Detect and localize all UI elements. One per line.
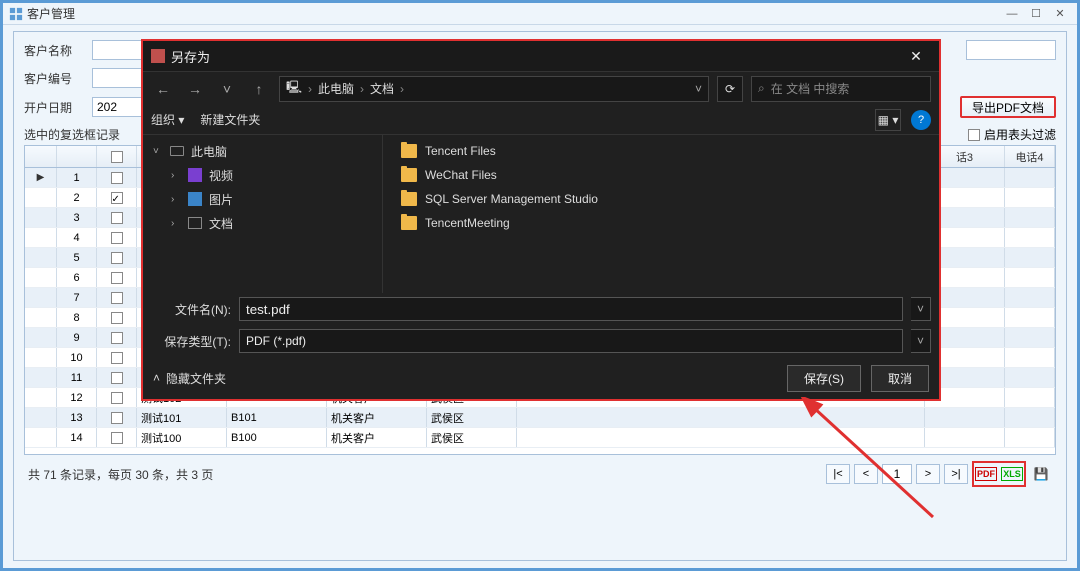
breadcrumb-dropdown[interactable]: ˅ (695, 82, 702, 96)
breadcrumb-root-icon: 🖳 (286, 78, 302, 99)
refresh-button[interactable]: ⟳ (717, 76, 743, 102)
maximize-button[interactable]: ☐ (1025, 6, 1047, 22)
tree-item[interactable]: ˅此电脑 (143, 139, 382, 163)
label-customer-code: 客户编号 (24, 70, 84, 87)
pager-next-button[interactable]: > (916, 464, 940, 484)
breadcrumb-item-1[interactable]: 文档 (370, 80, 394, 97)
list-item[interactable]: Tencent Files (383, 139, 939, 163)
folder-icon (401, 192, 417, 206)
hide-folders-toggle[interactable]: ˄ 隐藏文件夹 (153, 370, 226, 387)
save-dialog-highlight: 另存为 ✕ ← → ˅ ↑ 🖳 › 此电脑 › 文档 › ˅ ⟳ (141, 39, 941, 401)
chevron-up-icon: ˄ (153, 371, 160, 385)
dialog-toolbar: 组织 ▾ 新建文件夹 ▦ ▾ ? (143, 105, 939, 135)
folder-list[interactable]: Tencent FilesWeChat FilesSQL Server Mana… (383, 135, 939, 293)
video-icon (188, 168, 202, 182)
breadcrumb[interactable]: 🖳 › 此电脑 › 文档 › ˅ (279, 76, 709, 102)
nav-back-button[interactable]: ← (151, 77, 175, 101)
pager-page-input[interactable] (882, 464, 912, 484)
dialog-titlebar: 另存为 ✕ (143, 41, 939, 71)
list-item[interactable]: WeChat Files (383, 163, 939, 187)
label-customer-name: 客户名称 (24, 42, 84, 59)
search-input[interactable]: ⌕ 在 文档 中搜索 (751, 76, 931, 102)
filename-input[interactable] (239, 297, 903, 321)
help-button[interactable]: ? (911, 110, 931, 130)
filename-dropdown[interactable]: ˅ (911, 297, 931, 321)
input-extra[interactable] (966, 40, 1056, 60)
dialog-nav: ← → ˅ ↑ 🖳 › 此电脑 › 文档 › ˅ ⟳ ⌕ 在 文档 中搜索 (143, 71, 939, 105)
pager: 共 71 条记录，每页 30 条，共 3 页 |< < > >| PDF XLS… (24, 455, 1056, 487)
export-xls-icon[interactable]: XLS (1001, 464, 1023, 484)
nav-forward-button[interactable]: → (183, 77, 207, 101)
close-button[interactable]: ✕ (1049, 6, 1071, 22)
search-icon: ⌕ (758, 81, 765, 96)
pager-first-button[interactable]: |< (826, 464, 850, 484)
folder-tree[interactable]: ˅此电脑›视频›图片›文档 (143, 135, 383, 293)
view-mode-button[interactable]: ▦ ▾ (875, 109, 901, 131)
app-icon (9, 7, 23, 21)
document-icon (188, 217, 202, 229)
search-placeholder: 在 文档 中搜索 (771, 80, 850, 97)
tree-item[interactable]: ›图片 (143, 187, 382, 211)
filename-label: 文件名(N): (151, 301, 231, 318)
pager-summary: 共 71 条记录，每页 30 条，共 3 页 (28, 466, 213, 483)
folder-icon (401, 216, 417, 230)
window-title: 客户管理 (27, 5, 999, 22)
breadcrumb-item-0[interactable]: 此电脑 (318, 80, 354, 97)
label-open-date: 开户日期 (24, 99, 84, 116)
folder-icon (401, 168, 417, 182)
picture-icon (188, 192, 202, 206)
list-item[interactable]: SQL Server Management Studio (383, 187, 939, 211)
main-window: 客户管理 ― ☐ ✕ 客户名称 客户编号 开户日期 导出PDF文档 (0, 0, 1080, 571)
organize-button[interactable]: 组织 ▾ (151, 111, 184, 128)
list-item[interactable]: TencentMeeting (383, 211, 939, 235)
folder-icon (401, 144, 417, 158)
export-pdf-button[interactable]: 导出PDF文档 (960, 96, 1056, 118)
pc-icon (170, 146, 184, 156)
cancel-button[interactable]: 取消 (871, 365, 929, 392)
save-settings-icon[interactable]: 💾 (1030, 464, 1052, 484)
tree-item[interactable]: ›视频 (143, 163, 382, 187)
dialog-title: 另存为 (171, 47, 901, 66)
main-titlebar: 客户管理 ― ☐ ✕ (3, 3, 1077, 25)
pager-last-button[interactable]: >| (944, 464, 968, 484)
enable-header-filter-checkbox[interactable]: 启用表头过滤 (968, 126, 1056, 143)
filetype-label: 保存类型(T): (151, 333, 231, 350)
pager-prev-button[interactable]: < (854, 464, 878, 484)
table-row[interactable]: 13测试101B101机关客户武侯区 (25, 408, 1055, 428)
enable-header-filter-label: 启用表头过滤 (984, 126, 1056, 143)
filter-label: 选中的复选框记录 (24, 126, 120, 143)
minimize-button[interactable]: ― (1001, 6, 1023, 22)
new-folder-button[interactable]: 新建文件夹 (200, 111, 260, 128)
export-pdf-icon[interactable]: PDF (975, 464, 997, 484)
filetype-dropdown[interactable]: ˅ (911, 329, 931, 353)
save-as-dialog: 另存为 ✕ ← → ˅ ↑ 🖳 › 此电脑 › 文档 › ˅ ⟳ (143, 41, 939, 399)
tree-item[interactable]: ›文档 (143, 211, 382, 235)
nav-recent-button[interactable]: ˅ (215, 77, 239, 101)
nav-up-button[interactable]: ↑ (247, 77, 271, 101)
dialog-close-button[interactable]: ✕ (901, 44, 931, 68)
save-button[interactable]: 保存(S) (787, 365, 861, 392)
table-row[interactable]: 14测试100B100机关客户武侯区 (25, 428, 1055, 448)
dialog-icon (151, 49, 165, 63)
filetype-select[interactable]: PDF (*.pdf) (239, 329, 903, 353)
col-header-tel4[interactable]: 电话4 (1005, 146, 1055, 167)
